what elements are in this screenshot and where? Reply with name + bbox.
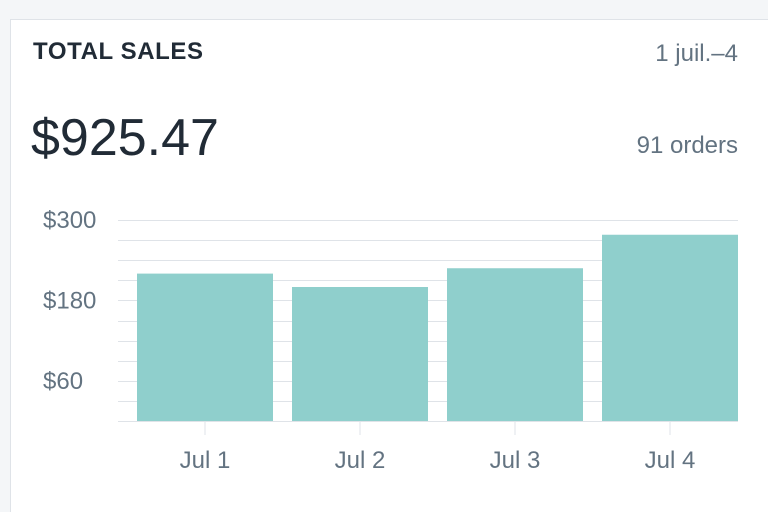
bar (602, 234, 738, 421)
y-tick-label: $60 (43, 368, 83, 395)
x-tick-label: Jul 1 (180, 447, 231, 474)
x-tick-label: Jul 4 (645, 447, 696, 474)
sales-bar-chart: $60 $180 $300 Jul 1 Jul 2 Jul 3 Jul 4 (43, 207, 738, 474)
x-tick-label: Jul 2 (335, 447, 386, 474)
y-tick-label: $180 (43, 287, 96, 314)
bar (292, 287, 428, 421)
bar (447, 268, 583, 421)
y-tick-label: $300 (43, 207, 96, 234)
bar (137, 273, 273, 421)
x-tick-label: Jul 3 (490, 447, 541, 474)
